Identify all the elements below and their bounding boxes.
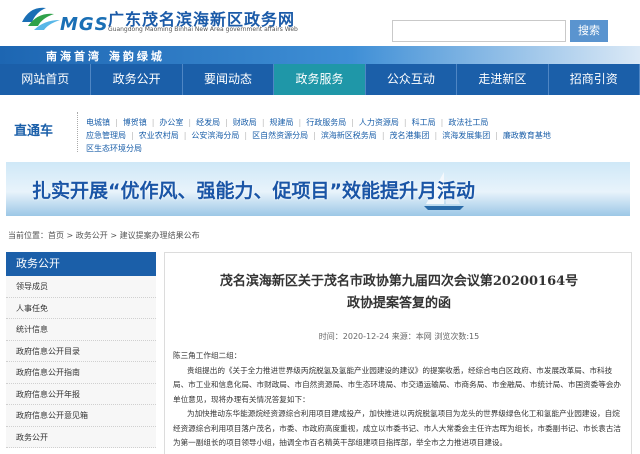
main-nav: 网站首页 政务公开 要闻动态 政务服务 公众互动 走进新区 招商引资 bbox=[0, 64, 640, 95]
article-title-line: 茂名滨海新区关于茂名市政协第九届四次会议第20200164号 bbox=[219, 274, 579, 289]
search-button[interactable]: 搜索 bbox=[570, 20, 608, 42]
sidebar-item-statistics[interactable]: 统计信息 bbox=[6, 319, 156, 341]
direct-link[interactable]: 财政局 bbox=[233, 118, 257, 127]
direct-links: 电城镇 | 博贺镇 | 办公室 | 经发局 | 财政局 | 规建局 | 行政服务局 | 人力资源局 | 科工局 |… bbox=[86, 118, 551, 153]
sidebar: 政务公开 领导成员 人事任免 统计信息 政府信息公开目录 政府信息公开指南 政府… bbox=[6, 252, 156, 454]
direct-link[interactable]: 公安滨海分局 bbox=[191, 131, 239, 140]
nav-item-home[interactable]: 网站首页 bbox=[0, 64, 92, 95]
nav-item-news[interactable]: 要闻动态 bbox=[183, 64, 275, 95]
campaign-banner[interactable]: 扎实开展“优作风、强能力、促项目”效能提升月活动 bbox=[6, 162, 630, 216]
direct-link[interactable]: 电城镇 bbox=[86, 118, 110, 127]
direct-links-panel: 直通车 电城镇 | 博贺镇 | 办公室 | 经发局 | 财政局 | 规建局 | 行政服务局 | 人力资源局 |… bbox=[6, 112, 630, 160]
logo-text: MGS bbox=[60, 14, 109, 35]
slogan: 南海首湾 海韵绿城 bbox=[46, 50, 165, 63]
direct-link[interactable]: 经发局 bbox=[196, 118, 220, 127]
direct-link[interactable]: 茂名港集团 bbox=[390, 131, 430, 140]
article-meta: 时间：2020-12-24 来源：本网 浏览次数:15 bbox=[318, 332, 480, 341]
article-body: 陈三角工作组二组： 贵组提出的《关于全力推进世界级丙烷脱氢及氢能产业园建设的建议… bbox=[173, 349, 625, 451]
direct-link[interactable]: 滨海发展集团 bbox=[442, 131, 490, 140]
article-paragraph: 为加快推动东华能源烷经资源综合利用项目建成投产，加快推进以丙烷脱氢项目为龙头的世… bbox=[173, 409, 622, 447]
direct-link[interactable]: 区生态环境分局 bbox=[86, 144, 142, 153]
sidebar-item-appointments[interactable]: 人事任免 bbox=[6, 297, 156, 319]
nav-item-investment[interactable]: 招商引资 bbox=[549, 64, 640, 95]
site-title-en: Guangdong Maoming Binhai New Area govern… bbox=[108, 26, 298, 33]
banner-text: 扎实开展“优作风、强能力、促项目”效能提升月活动 bbox=[32, 180, 475, 202]
direct-link[interactable]: 滨海新区税务局 bbox=[321, 131, 377, 140]
slogan-strip: 南海首湾 海韵绿城 bbox=[0, 46, 640, 64]
direct-link[interactable]: 人力资源局 bbox=[359, 118, 399, 127]
direct-link[interactable]: 应急管理局 bbox=[86, 131, 126, 140]
direct-link[interactable]: 农业农村局 bbox=[139, 131, 179, 140]
direct-link[interactable]: 廉政教育基地 bbox=[503, 131, 551, 140]
article: 茂名滨海新区关于茂名市政协第九届四次会议第20200164号 政协提案答复的函 … bbox=[164, 252, 632, 454]
direct-link[interactable]: 科工局 bbox=[412, 118, 436, 127]
header: MGS 广东茂名滨海新区政务网 Guangdong Maoming Binhai… bbox=[0, 0, 640, 46]
nav-item-services[interactable]: 政务服务 bbox=[274, 64, 366, 95]
direct-link[interactable]: 行政服务局 bbox=[306, 118, 346, 127]
direct-link[interactable]: 博贺镇 bbox=[123, 118, 147, 127]
logo-waves-icon bbox=[22, 7, 60, 30]
breadcrumb: 当前位置：首页 > 政务公开 > 建议提案办理结果公布 bbox=[8, 231, 200, 240]
nav-item-interaction[interactable]: 公众互动 bbox=[366, 64, 458, 95]
direct-link[interactable]: 规建局 bbox=[270, 118, 294, 127]
article-paragraph: 贵组提出的《关于全力推进世界级丙烷脱氢及氢能产业园建设的建议》的提案收悉，经综合… bbox=[173, 365, 622, 404]
sidebar-item-annual-report[interactable]: 政府信息公开年报 bbox=[6, 383, 156, 405]
nav-item-about[interactable]: 走进新区 bbox=[457, 64, 549, 95]
sidebar-item-gov-open[interactable]: 政务公开 bbox=[6, 426, 156, 448]
article-salutation: 陈三角工作组二组： bbox=[173, 351, 242, 360]
search-input[interactable] bbox=[392, 20, 566, 42]
sidebar-item-catalog[interactable]: 政府信息公开目录 bbox=[6, 340, 156, 362]
direct-link[interactable]: 区自然资源分局 bbox=[252, 131, 308, 140]
direct-link[interactable]: 政法社工局 bbox=[448, 118, 488, 127]
article-title-line: 政协提案答复的函 bbox=[346, 296, 451, 311]
sidebar-heading: 政务公开 bbox=[6, 252, 156, 276]
direct-link[interactable]: 办公室 bbox=[159, 118, 183, 127]
sidebar-item-leaders[interactable]: 领导成员 bbox=[6, 276, 156, 298]
direct-title: 直通车 bbox=[6, 112, 78, 152]
sidebar-item-guide[interactable]: 政府信息公开指南 bbox=[6, 362, 156, 384]
sidebar-item-feedback[interactable]: 政府信息公开意见箱 bbox=[6, 405, 156, 427]
article-title: 茂名滨海新区关于茂名市政协第九届四次会议第20200164号 政协提案答复的函 bbox=[175, 271, 623, 315]
nav-item-gov-open[interactable]: 政务公开 bbox=[91, 64, 183, 95]
